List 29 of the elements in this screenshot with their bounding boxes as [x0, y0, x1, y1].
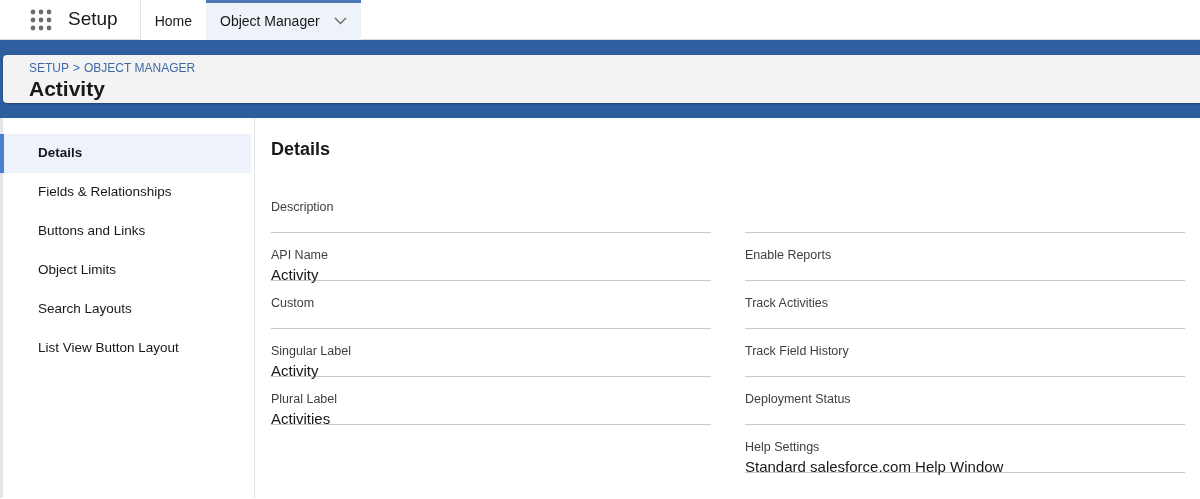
app-name: Setup [68, 7, 118, 32]
breadcrumb-link[interactable]: SETUP [29, 59, 69, 77]
nav-tab[interactable]: Object Manager [206, 0, 361, 40]
section-title: Details [271, 138, 332, 162]
field-value: Activities [271, 409, 332, 429]
sidebar-item[interactable]: Search Layouts [0, 290, 251, 330]
sidebar-item[interactable]: Details [0, 134, 251, 174]
field-label: API Name [271, 248, 329, 264]
app-launcher-icon[interactable] [30, 8, 52, 31]
breadcrumb-separator: > [73, 60, 81, 77]
field-value: Standard salesforce.com Help Window [745, 457, 1005, 477]
sidebar-item[interactable]: Buttons and Links [0, 212, 251, 252]
field-label: Track Field History [745, 344, 850, 360]
field-label: Plural Label [271, 392, 338, 408]
sidebar-item[interactable]: Fields & Relationships [0, 173, 251, 213]
field-label: Custom [271, 296, 316, 312]
page-title: Activity [29, 77, 106, 101]
field-value: Activity [271, 265, 320, 285]
field-label: Help Settings [745, 440, 821, 456]
chevron-down-icon[interactable] [333, 17, 347, 25]
sidebar-item[interactable]: Object Limits [0, 251, 251, 291]
field-label: Deployment Status [745, 392, 852, 408]
field-label: Enable Reports [745, 248, 833, 264]
breadcrumb-link[interactable]: OBJECT MANAGER [84, 59, 196, 77]
field-label: Track Activities [745, 296, 829, 312]
field-label: Description [271, 200, 335, 216]
field-value: Activity [271, 361, 320, 381]
sidebar-item[interactable]: List View Button Layout [0, 329, 251, 369]
field-label: Singular Label [271, 344, 352, 360]
